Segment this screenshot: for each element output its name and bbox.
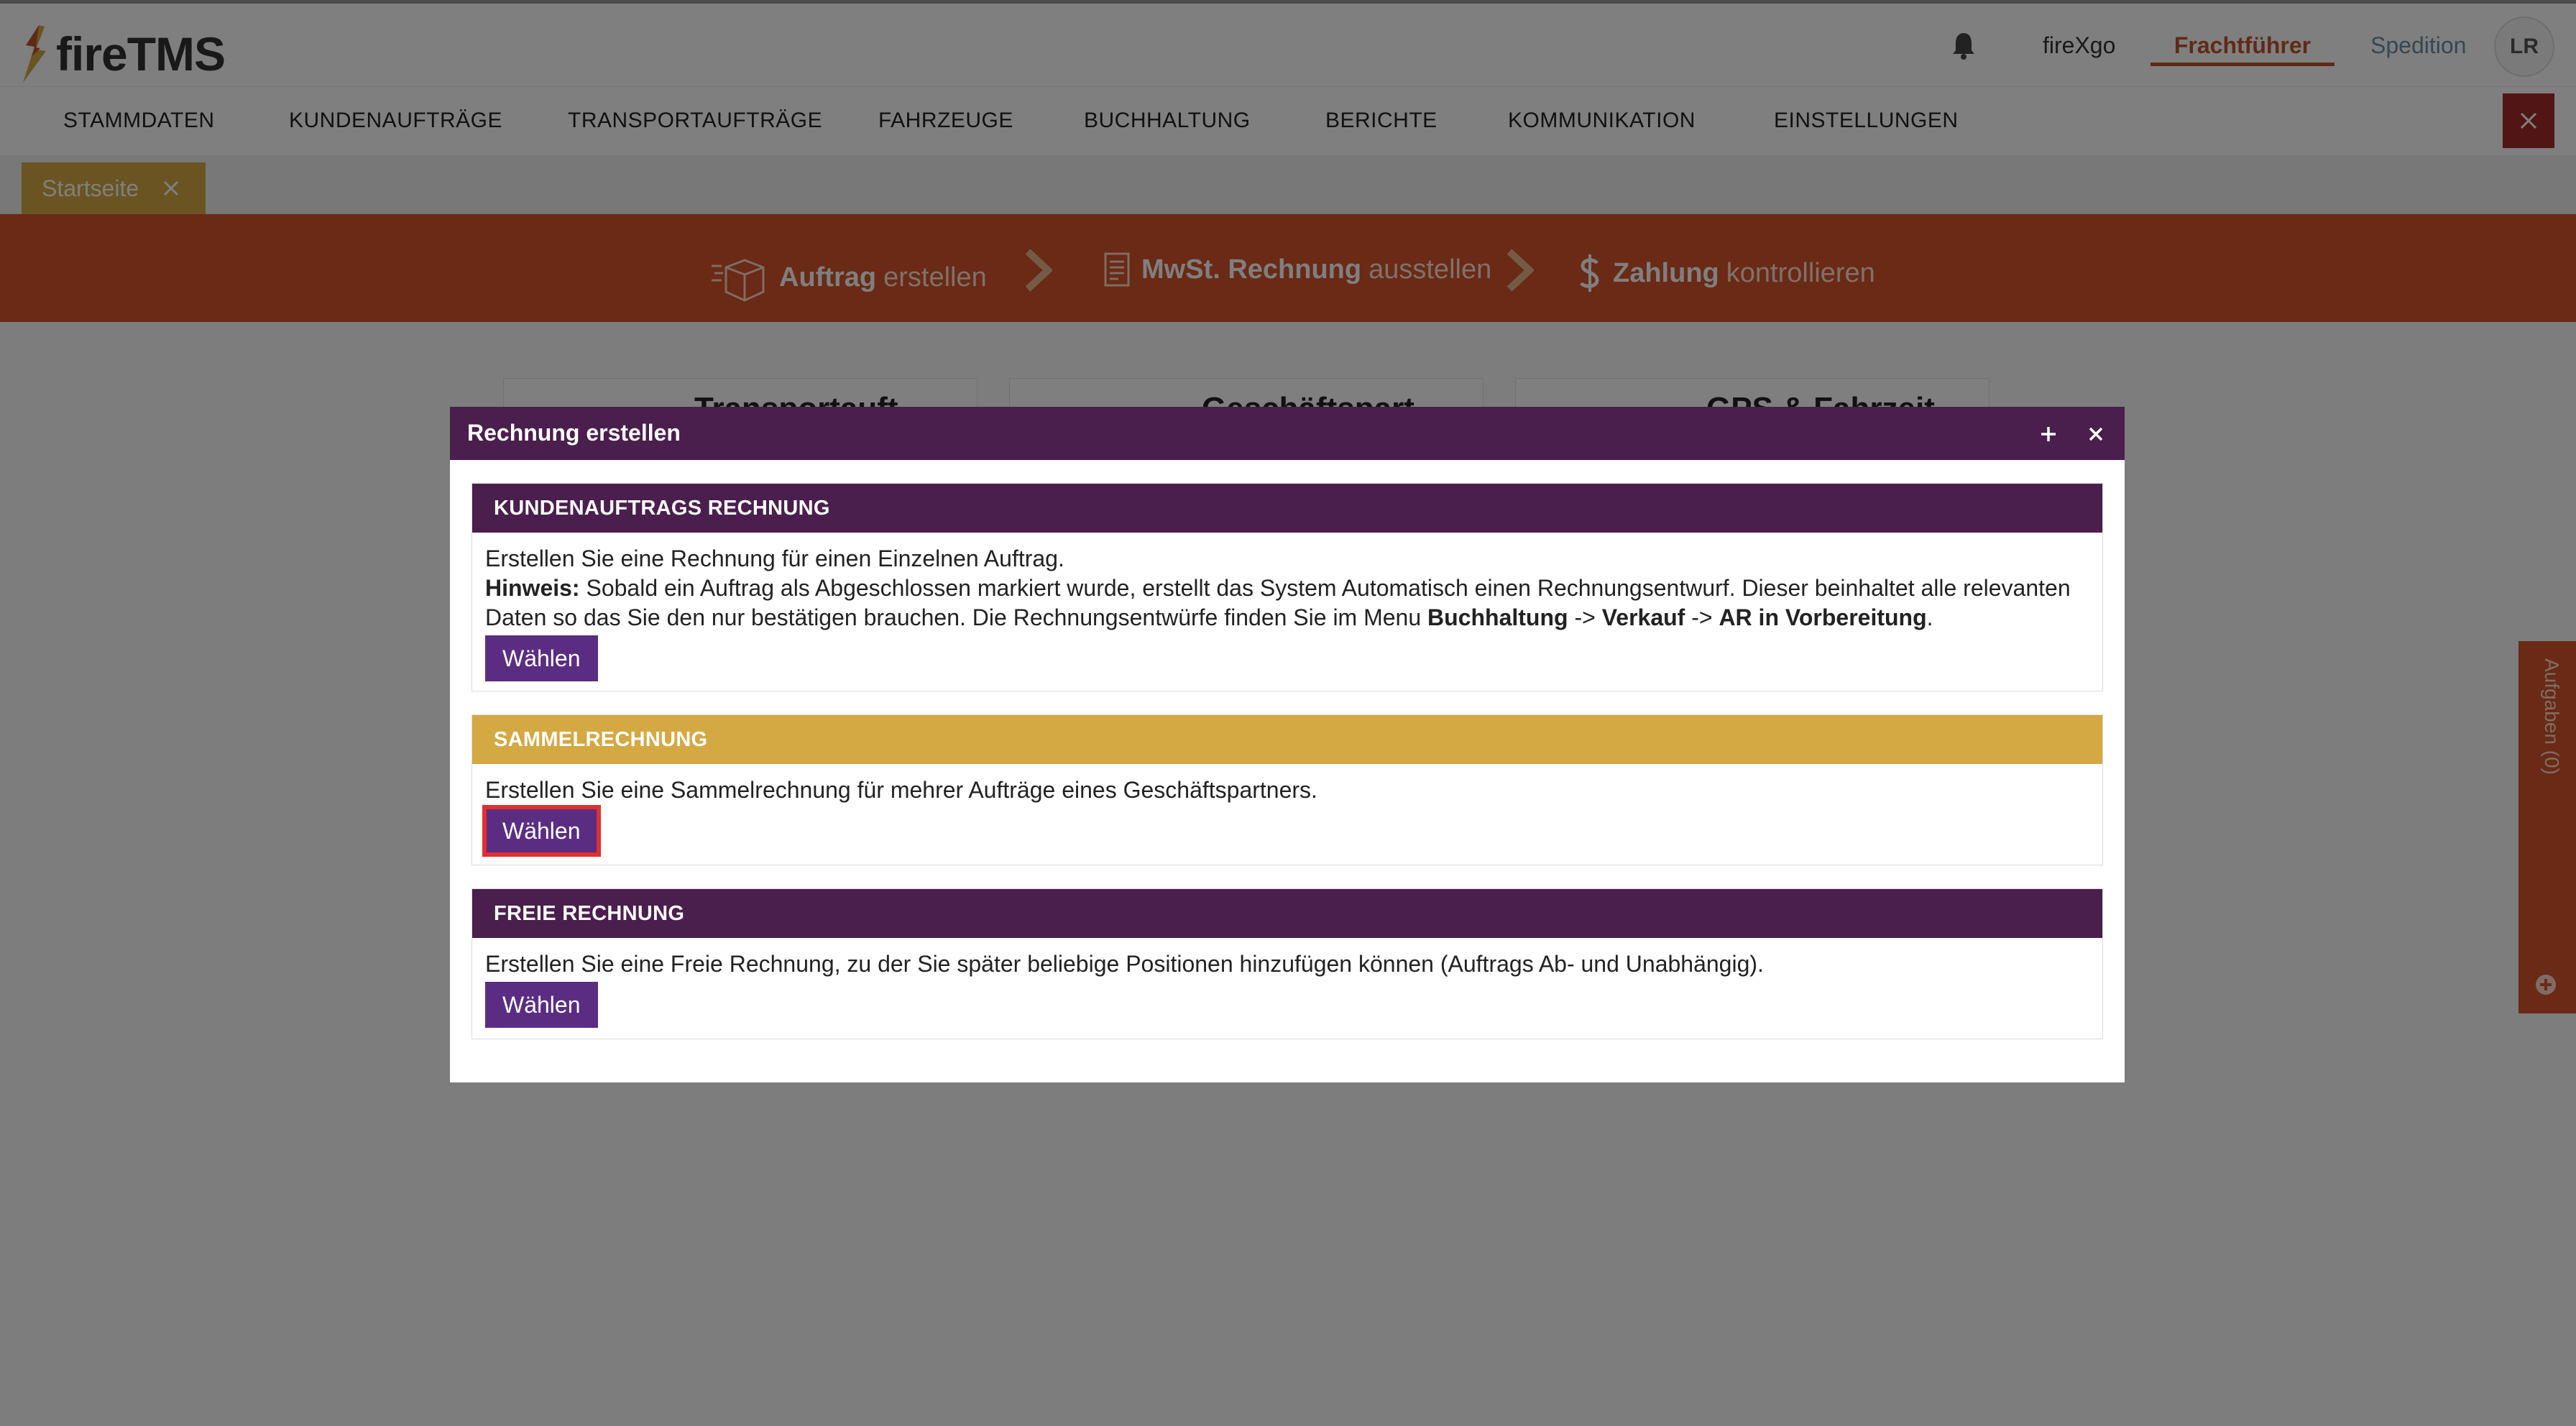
section-body: Erstellen Sie eine Rechnung für einen Ei… (472, 533, 2102, 694)
section-heading: SAMMELRECHNUNG (472, 715, 2102, 764)
section-sammelrechnung: SAMMELRECHNUNG Erstellen Sie eine Sammel… (472, 714, 2103, 865)
section-kundenauftrags-rechnung: KUNDENAUFTRAGS RECHNUNG Erstellen Sie ei… (472, 483, 2103, 691)
section-freie-rechnung: FREIE RECHNUNG Erstellen Sie eine Freie … (472, 888, 2103, 1039)
modal-maximize-button[interactable] (2034, 420, 2063, 448)
modal-close-button[interactable] (2082, 420, 2110, 448)
modal-header: Rechnung erstellen (450, 407, 2125, 460)
close-icon (2089, 427, 2103, 441)
section-hint: Hinweis: Sobald ein Auftrag als Abgeschl… (485, 574, 2089, 632)
menu-path-arrow: -> (1685, 604, 1719, 630)
select-sammelrechnung-button[interactable]: Wählen (482, 805, 601, 857)
select-freie-rechnung-button[interactable]: Wählen (485, 982, 598, 1028)
plus-icon (2041, 427, 2056, 441)
create-invoice-modal: Rechnung erstellen KUNDENAUFTRAGS RECHNU… (450, 407, 2125, 1082)
menu-path-verkauf: Verkauf (1601, 604, 1685, 630)
section-text: Erstellen Sie eine Sammelrechnung für me… (485, 777, 1317, 803)
menu-path-end: . (1926, 604, 1933, 630)
section-heading: KUNDENAUFTRAGS RECHNUNG (472, 484, 2102, 533)
select-kundenauftrags-rechnung-button[interactable]: Wählen (485, 635, 598, 681)
section-text: Erstellen Sie eine Freie Rechnung, zu de… (485, 951, 1764, 977)
section-text: Erstellen Sie eine Rechnung für einen Ei… (485, 546, 1064, 571)
modal-title: Rechnung erstellen (467, 420, 681, 446)
menu-path-arrow: -> (1568, 604, 1602, 630)
section-heading: FREIE RECHNUNG (472, 889, 2102, 938)
menu-path-ar-vorbereitung: AR in Vorbereitung (1719, 604, 1927, 630)
app-root: fireTMS fireXgo Frachtführer Spedition L… (0, 0, 2576, 1426)
menu-path-buchhaltung: Buchhaltung (1427, 604, 1568, 630)
hint-label: Hinweis: (485, 575, 580, 601)
section-body: Erstellen Sie eine Sammelrechnung für me… (472, 764, 2102, 867)
section-body: Erstellen Sie eine Freie Rechnung, zu de… (472, 938, 2102, 1041)
